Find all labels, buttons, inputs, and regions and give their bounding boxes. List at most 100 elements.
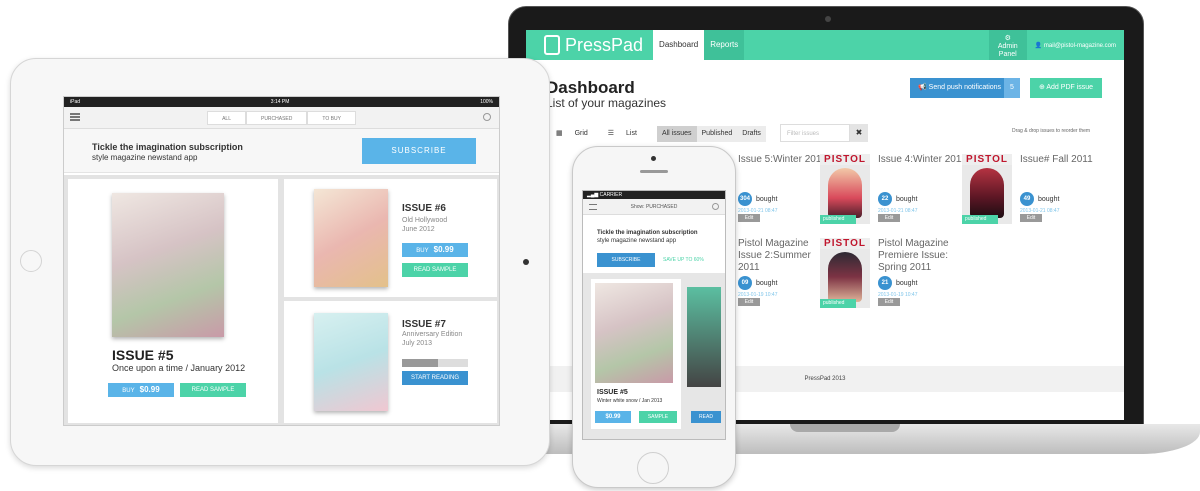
issue-card[interactable]: PISTOL published Pistol Magazine Premier… bbox=[820, 238, 970, 318]
subscribe-button[interactable]: SUBSCRIBE bbox=[362, 138, 476, 164]
issue-card[interactable]: PISTOL published Issue 4:Winter 2012 22 b… bbox=[820, 154, 970, 234]
phone-navbar: Show: PURCHASED bbox=[583, 199, 725, 215]
phone-issue-list: ISSUE #5 Winter white snow / Jan 2013 $0… bbox=[583, 273, 725, 439]
next-issue-cover[interactable] bbox=[687, 287, 721, 387]
edit-button[interactable]: Edit bbox=[878, 298, 900, 306]
start-reading-button[interactable]: START READING bbox=[402, 371, 468, 385]
cover-logo: PISTOL bbox=[820, 238, 870, 249]
price-button[interactable]: $0.99 bbox=[595, 411, 631, 423]
search-icon[interactable] bbox=[712, 203, 719, 210]
phone-screen: ▂▄▆ CARRIER Show: PURCHASED Tickle the i… bbox=[582, 190, 726, 440]
featured-issue-title: ISSUE #5 bbox=[112, 347, 174, 363]
issue-cover: PISTOL published bbox=[962, 154, 1012, 224]
grid-view-button[interactable]: ▦ Grid bbox=[546, 126, 598, 142]
issue-title: ISSUE #5 bbox=[597, 389, 628, 396]
status-time: 3:14 PM bbox=[270, 99, 290, 105]
subscription-promo: Tickle the imagination subscription styl… bbox=[64, 129, 499, 173]
issue-cover: PISTOL published bbox=[820, 154, 870, 224]
cover-image bbox=[970, 168, 1004, 218]
bought-badge: 21 bbox=[878, 276, 892, 290]
sample-button[interactable]: SAMPLE bbox=[639, 411, 677, 423]
tab-to-buy[interactable]: TO BUY bbox=[307, 110, 356, 125]
push-label: Send push notifications bbox=[928, 84, 1002, 91]
filter-all-issues[interactable]: All issues bbox=[656, 126, 697, 142]
issue-7-line2: July 2013 bbox=[402, 340, 432, 347]
menu-icon[interactable] bbox=[70, 113, 80, 121]
reorder-hint: Drag & drop issues to reorder them bbox=[1012, 128, 1091, 134]
edit-button[interactable]: Edit bbox=[738, 298, 760, 306]
subscribe-button[interactable]: SUBSCRIBE bbox=[597, 253, 655, 267]
tab-dashboard[interactable]: Dashboard bbox=[653, 30, 705, 60]
presspad-logo[interactable]: PressPad bbox=[544, 35, 643, 56]
promo-subline: style magazine newstand app bbox=[92, 153, 198, 162]
edit-button[interactable]: Edit bbox=[738, 214, 760, 222]
issue-6-card[interactable]: ISSUE #6 Old Hollywood June 2012 BUY $0.… bbox=[284, 179, 497, 297]
price: $0.99 bbox=[433, 245, 454, 254]
published-ribbon: published bbox=[820, 215, 856, 224]
issue-6-line1: Old Hollywood bbox=[402, 217, 448, 224]
laptop-notch bbox=[790, 424, 900, 432]
read-sample-button[interactable]: READ SAMPLE bbox=[180, 383, 246, 397]
bought-label: bought bbox=[896, 279, 918, 287]
issue-cover: PISTOL published bbox=[820, 238, 870, 308]
tab-reports[interactable]: Reports bbox=[704, 30, 745, 60]
buy-button[interactable]: BUY $0.99 bbox=[108, 383, 174, 397]
add-pdf-issue-button[interactable]: ⊕ Add PDF issue bbox=[1030, 78, 1102, 98]
search-icon[interactable] bbox=[483, 113, 491, 121]
cover-image bbox=[828, 168, 862, 218]
issue-5-cover[interactable] bbox=[112, 193, 224, 337]
tablet-screen: iPad 3:14 PM 100% ALL PURCHASED TO BUY T… bbox=[63, 96, 500, 426]
bought-label: bought bbox=[896, 195, 918, 203]
published-ribbon: published bbox=[820, 299, 856, 308]
issue-5-card[interactable]: ISSUE #5 Winter white snow / Jan 2013 $0… bbox=[591, 279, 681, 429]
gear-icon: ⚙ bbox=[1004, 35, 1011, 42]
tab-purchased[interactable]: PURCHASED bbox=[245, 110, 308, 125]
bought-count: 21 bought bbox=[878, 276, 917, 290]
read-sample-button[interactable]: READ SAMPLE bbox=[402, 263, 468, 277]
phone-speaker bbox=[640, 170, 668, 173]
cover-image bbox=[828, 252, 862, 302]
bought-count: 49 bought bbox=[1020, 192, 1059, 206]
edit-button[interactable]: Edit bbox=[878, 214, 900, 222]
clear-filter-icon[interactable]: ✖ bbox=[850, 124, 868, 142]
issue-6-cover[interactable] bbox=[314, 189, 388, 287]
issue-subtitle: Winter white snow / Jan 2013 bbox=[597, 398, 663, 404]
issue-grid: ISSUE #5 Once upon a time / January 2012… bbox=[64, 175, 499, 425]
filter-drafts[interactable]: Drafts bbox=[737, 126, 766, 142]
promo-subline: style magazine newstand app bbox=[597, 238, 677, 244]
grid-icon: ▦ bbox=[556, 130, 565, 137]
user-email[interactable]: 👤 mail@pistol-magazine.com bbox=[1027, 42, 1124, 49]
buy-button[interactable]: BUY $0.99 bbox=[402, 243, 468, 257]
phone-home-button bbox=[637, 452, 669, 484]
filter-issues-input[interactable]: Filter issues bbox=[780, 124, 850, 142]
logo-text: PressPad bbox=[565, 34, 644, 55]
admin-panel-button[interactable]: ⚙ Admin Panel bbox=[988, 30, 1027, 60]
list-view-button[interactable]: ☰ List bbox=[598, 126, 647, 142]
featured-issue-card[interactable]: ISSUE #5 Once upon a time / January 2012… bbox=[68, 179, 278, 423]
page-title: Dashboard bbox=[546, 78, 635, 97]
show-filter-select[interactable]: PURCHASED bbox=[646, 204, 677, 210]
bought-badge: 304 bbox=[738, 192, 752, 206]
show-label: Show: bbox=[630, 204, 645, 210]
bought-label: bought bbox=[1038, 195, 1060, 203]
signal-icon: ▂▄▆ bbox=[587, 192, 599, 198]
bought-label: bought bbox=[756, 279, 778, 287]
dashboard-topbar: PressPad Dashboard Reports ⚙ Admin Panel… bbox=[526, 30, 1124, 60]
issue-title: Issue# Fall 2011 bbox=[1020, 154, 1093, 165]
issue-6-line2: June 2012 bbox=[402, 226, 435, 233]
filter-published[interactable]: Published bbox=[696, 126, 738, 142]
issue-7-cover[interactable] bbox=[314, 313, 388, 411]
save-offer: SAVE UP TO 60% bbox=[663, 257, 704, 263]
issue-card[interactable]: PISTOL published Issue# Fall 2011 49 boug… bbox=[962, 154, 1112, 234]
featured-issue-subtitle: Once upon a time / January 2012 bbox=[112, 363, 246, 373]
edit-button[interactable]: Edit bbox=[1020, 214, 1042, 222]
menu-icon[interactable] bbox=[589, 204, 597, 210]
tab-all[interactable]: ALL bbox=[207, 110, 246, 125]
tablet-status-bar: iPad 3:14 PM 100% bbox=[64, 97, 499, 107]
issue-5-cover[interactable] bbox=[595, 283, 673, 383]
megaphone-icon: 📢 bbox=[918, 84, 929, 91]
issue-7-card[interactable]: ISSUE #7 Anniversary Edition July 2013 S… bbox=[284, 301, 497, 423]
issue-7-title: ISSUE #7 bbox=[402, 319, 446, 330]
read-button[interactable]: READ bbox=[691, 411, 721, 423]
tablet-navbar: ALL PURCHASED TO BUY bbox=[64, 107, 499, 129]
